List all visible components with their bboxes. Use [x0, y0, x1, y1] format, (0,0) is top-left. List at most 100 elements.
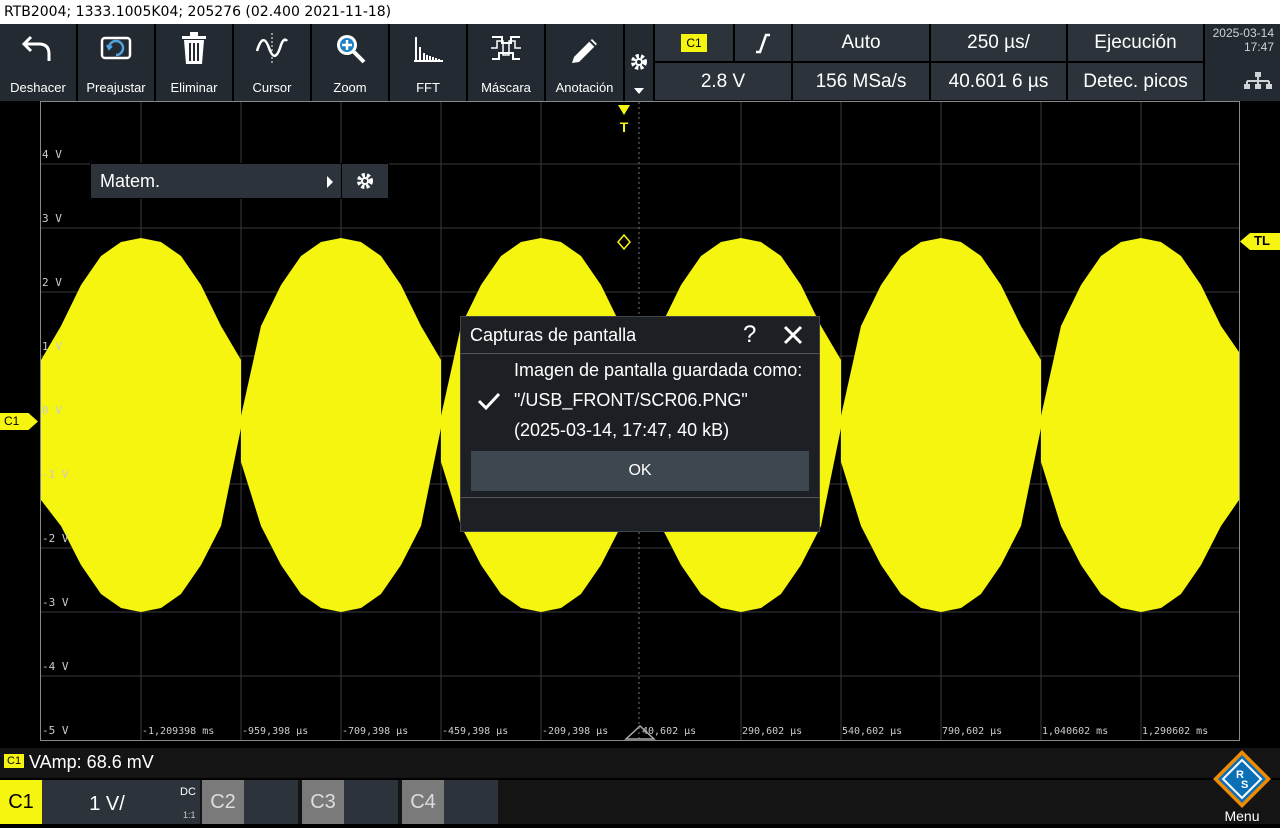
menu-button[interactable]: R S Menu	[1204, 748, 1280, 824]
channel-offset-marker[interactable]: C1	[0, 413, 38, 430]
horizontal-position-cell[interactable]: 40.601 6 µs	[931, 63, 1066, 100]
trigger-arrow-icon	[618, 105, 630, 115]
checkmark-icon	[477, 392, 501, 411]
close-icon[interactable]	[783, 325, 803, 345]
measurement-value: VAmp: 68.6 mV	[29, 752, 154, 772]
trigger-mode-cell[interactable]: Auto	[793, 24, 929, 61]
x-label: 1,290602 ms	[1142, 726, 1209, 737]
delete-button[interactable]: Eliminar	[156, 24, 234, 101]
preset-icon	[78, 30, 154, 66]
x-label: -709,398 µs	[342, 726, 409, 737]
window-title: RTB2004; 1333.1005K04; 205276 (02.400 20…	[0, 0, 1280, 24]
y-label: -3 V	[42, 596, 69, 609]
sample-rate-cell[interactable]: 156 MSa/s	[793, 63, 929, 100]
menu-label: Menu	[1224, 808, 1260, 824]
channel-c1-scale: 1 V/	[89, 793, 125, 815]
screenshot-dialog: Capturas de pantalla ? Imagen de pantall…	[460, 316, 820, 532]
preset-label: Preajustar	[86, 80, 146, 95]
gear-icon	[631, 54, 647, 70]
dialog-message-line3: (2025-03-14, 17:47, 40 kB)	[514, 420, 730, 440]
run-state-cell[interactable]: Ejecución	[1068, 24, 1203, 61]
zoom-icon	[312, 30, 388, 66]
date-text: 2025-03-14	[1212, 26, 1274, 40]
trigger-level-label: TL	[1254, 233, 1270, 248]
channel-c1-label: C1	[0, 780, 42, 824]
dialog-message-line2: "/USB_FRONT/SCR06.PNG"	[514, 390, 748, 410]
fft-button[interactable]: FFT	[390, 24, 468, 101]
trigger-time-triangle-icon	[624, 724, 656, 740]
date-time: 2025-03-14 17:47	[1205, 24, 1280, 101]
math-menu-label: Matem.	[100, 171, 161, 191]
y-label: -5 V	[42, 724, 69, 737]
y-label: 1 V	[42, 340, 62, 353]
channel-c2-tab[interactable]: C2	[202, 780, 298, 824]
timebase-cell[interactable]: 250 µs/	[931, 24, 1066, 61]
channel-c4-tab[interactable]: C4	[402, 780, 498, 824]
submenu-arrow-icon	[327, 176, 333, 188]
delete-label: Eliminar	[170, 80, 218, 95]
trigger-slope-cell[interactable]	[735, 24, 791, 61]
ok-button[interactable]: OK	[471, 451, 809, 491]
y-label: 2 V	[42, 276, 62, 289]
y-label: -4 V	[42, 660, 69, 673]
zoom-label: Zoom	[333, 80, 367, 95]
math-menu-divider	[341, 164, 342, 198]
y-label: 4 V	[42, 148, 62, 161]
svg-text:S: S	[1241, 779, 1248, 791]
undo-button[interactable]: Deshacer	[0, 24, 78, 101]
x-label: 790,602 µs	[942, 726, 1003, 737]
mask-label: Máscara	[481, 80, 531, 95]
y-label: 3 V	[42, 212, 62, 225]
network-icon	[1244, 72, 1272, 89]
dropdown-arrow-icon	[634, 88, 644, 94]
undo-label: Deshacer	[10, 80, 66, 95]
mask-icon	[468, 30, 544, 66]
dialog-title: Capturas de pantalla	[470, 325, 637, 345]
channel-c1-coupling: DC	[180, 786, 196, 798]
x-label: -459,398 µs	[442, 726, 509, 737]
x-label: 1,040602 ms	[1042, 726, 1109, 737]
y-label: -1 V	[42, 468, 69, 481]
channel-c1-tab[interactable]: C1 1 V/ DC 1:1	[0, 780, 200, 824]
dialog-header: Capturas de pantalla ?	[461, 317, 819, 354]
channel-c1-ratio: 1:1	[183, 810, 196, 820]
trigger-position-marker[interactable]: T	[618, 102, 630, 134]
x-label: 290,602 µs	[742, 726, 803, 737]
x-label: 540,602 µs	[842, 726, 903, 737]
channel-c3-tab[interactable]: C3	[302, 780, 398, 824]
dialog-footer	[461, 497, 819, 498]
gear-icon[interactable]	[356, 172, 374, 190]
toolbar-settings-button[interactable]	[625, 24, 653, 101]
annotation-button[interactable]: Anotación	[546, 24, 625, 101]
help-button[interactable]: ?	[743, 321, 756, 349]
trigger-source-cell[interactable]: C1	[655, 24, 733, 61]
rising-edge-icon	[756, 33, 770, 53]
channel-c4-label: C4	[402, 780, 444, 824]
mask-button[interactable]: Máscara	[468, 24, 546, 101]
rs-logo-icon: R S	[1213, 750, 1271, 808]
fft-spectrum-icon	[390, 30, 466, 66]
reference-diamond-icon	[617, 234, 631, 250]
preset-button[interactable]: Preajustar	[78, 24, 156, 101]
acquisition-mode-cell[interactable]: Detec. picos	[1068, 63, 1203, 100]
annotation-label: Anotación	[555, 80, 614, 95]
x-label: -209,398 µs	[542, 726, 609, 737]
time-text: 17:47	[1243, 40, 1274, 54]
dialog-message-line1: Imagen de pantalla guardada como:	[514, 360, 803, 380]
trigger-level-marker[interactable]: TL	[1240, 233, 1280, 250]
zoom-button[interactable]: Zoom	[312, 24, 390, 101]
fft-label: FFT	[416, 80, 440, 95]
channel-c3-label: C3	[302, 780, 344, 824]
trigger-level-cell[interactable]: 2.8 V	[655, 63, 791, 100]
channel-c2-label: C2	[202, 780, 244, 824]
y-label: -2 V	[42, 532, 69, 545]
cursor-button[interactable]: Cursor	[234, 24, 312, 101]
trash-icon	[156, 30, 232, 66]
cursor-label: Cursor	[252, 80, 292, 95]
x-label: -1,209398 ms	[142, 726, 215, 737]
measurement-bar[interactable]: C1 VAmp: 68.6 mV	[0, 748, 1280, 778]
math-menu-button[interactable]: Matem.	[90, 163, 389, 199]
trigger-marker-label: T	[619, 119, 629, 135]
pencil-icon	[546, 30, 623, 66]
cursor-wave-icon	[234, 30, 310, 66]
